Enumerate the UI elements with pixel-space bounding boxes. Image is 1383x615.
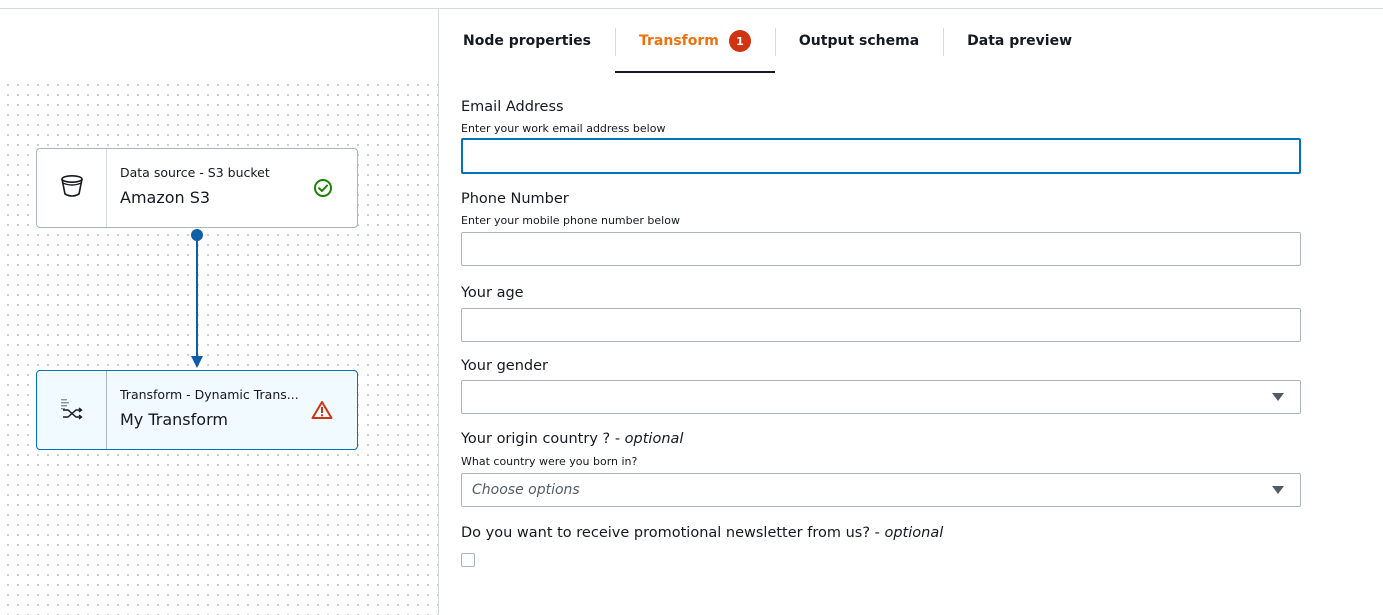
panel-divider[interactable] [438,9,439,615]
newsletter-checkbox[interactable] [461,553,475,567]
country-label: Your origin country ? - optional [461,431,683,447]
email-field[interactable] [461,138,1301,174]
age-label: Your age [461,285,524,301]
caret-down-icon [1272,486,1284,494]
optional-text: optional [884,525,944,541]
email-label: Email Address [461,99,564,115]
transform-shuffle-icon [59,396,85,424]
node-text: Transform - Dynamic Trans... My Transfor… [107,371,357,449]
tab-label: Output schema [798,33,920,49]
success-check-icon [313,178,333,202]
warning-triangle-icon [311,400,333,424]
node-icon-cell [37,149,107,227]
phone-description: Enter your mobile phone number below [461,214,680,227]
node-text: Data source - S3 bucket Amazon S3 [107,149,357,227]
gender-label: Your gender [461,358,548,374]
node-icon-cell [37,371,107,449]
country-label-text: Your origin country ? - [461,431,625,447]
tab-label: Node properties [463,33,592,49]
node-transform[interactable]: Transform - Dynamic Trans... My Transfor… [36,370,358,450]
optional-text: optional [624,431,684,447]
country-description: What country were you born in? [461,455,638,468]
node-data-source-s3[interactable]: Data source - S3 bucket Amazon S3 [36,148,358,228]
phone-label: Phone Number [461,191,569,207]
bucket-icon [59,173,85,203]
tab-output-schema[interactable]: Output schema [774,9,943,73]
panel-tabs: Node properties Transform 1 Output schem… [439,9,1096,73]
age-field[interactable] [461,308,1301,342]
connector-arrow-icon [191,356,203,368]
error-count-badge: 1 [728,30,751,52]
gender-select[interactable] [461,380,1301,414]
tab-data-preview[interactable]: Data preview [943,9,1096,73]
connector-edge[interactable] [196,236,198,360]
email-description: Enter your work email address below [461,122,666,135]
caret-down-icon [1272,393,1284,401]
tab-node-properties[interactable]: Node properties [439,9,615,73]
newsletter-label: Do you want to receive promotional newsl… [461,525,943,541]
country-placeholder: Choose options [472,482,580,498]
phone-field[interactable] [461,232,1301,266]
glue-studio-editor: Data source - S3 bucket Amazon S3 Transf… [0,0,1383,615]
country-multiselect[interactable]: Choose options [461,473,1301,507]
newsletter-label-text: Do you want to receive promotional newsl… [461,525,885,541]
tab-transform[interactable]: Transform 1 [615,9,775,73]
tab-label: Data preview [967,33,1072,49]
tab-label: Transform [639,33,719,49]
